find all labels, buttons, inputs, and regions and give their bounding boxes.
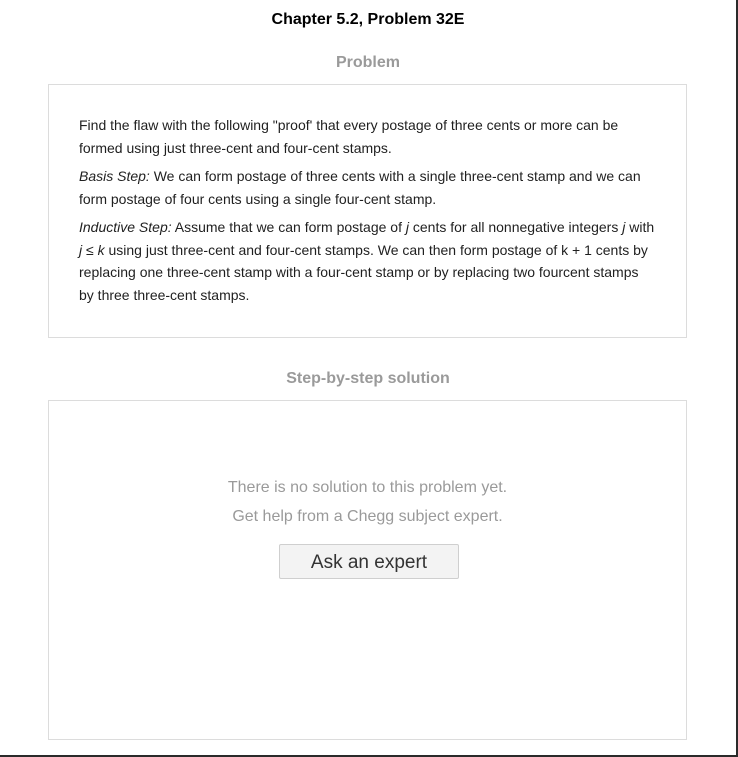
expert-help-message: Get help from a Chegg subject expert. (232, 508, 503, 525)
basis-step: Basis Step: We can form postage of three… (79, 165, 656, 210)
inductive-step-text-3: with (625, 219, 655, 235)
problem-intro: Find the flaw with the following "proof'… (79, 114, 656, 159)
variable-k: k (97, 241, 105, 258)
solution-heading: Step-by-step solution (286, 370, 450, 387)
inductive-step-text-1: Assume that we can form postage of (171, 219, 406, 235)
problem-heading: Problem (335, 54, 400, 71)
solution-box: There is no solution to this problem yet… (48, 400, 687, 740)
leq-symbol: ≤ (82, 241, 98, 258)
problem-box: Find the flaw with the following "proof'… (48, 84, 687, 338)
ask-expert-button[interactable]: Ask an expert (279, 544, 459, 579)
inductive-step-text-2: cents for all nonnegative integers (408, 219, 623, 235)
problem-intro-text: Find the flaw with the following "proof'… (79, 117, 619, 156)
inductive-step-text-4: using just three-cent and four-cent stam… (79, 241, 648, 303)
basis-step-label: Basis Step: (79, 168, 150, 184)
inductive-step: Inductive Step: Assume that we can form … (79, 216, 656, 306)
inductive-step-label: Inductive Step: (79, 219, 172, 235)
basis-step-text: We can form postage of three cents with … (79, 168, 641, 207)
no-solution-message: There is no solution to this problem yet… (227, 479, 508, 496)
page-title: Chapter 5.2, Problem 32E (271, 11, 465, 28)
